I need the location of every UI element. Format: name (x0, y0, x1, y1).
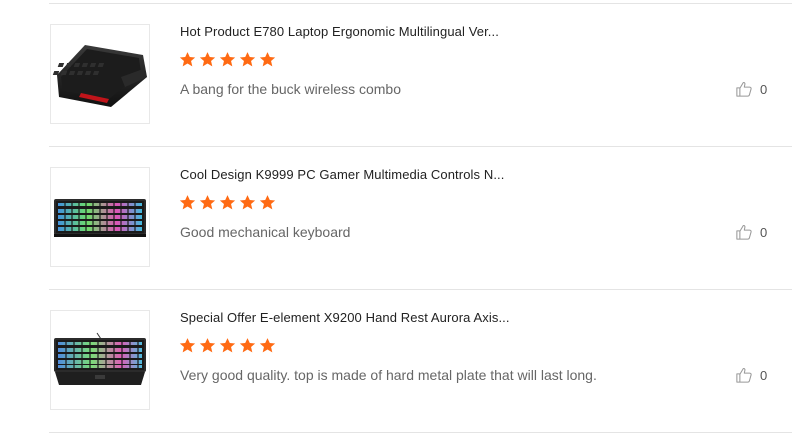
like-count: 0 (760, 224, 768, 240)
like-button[interactable]: 0 (735, 366, 767, 384)
star-rating (179, 51, 276, 68)
like-button[interactable]: 0 (735, 223, 767, 241)
keyboard-image (54, 199, 146, 237)
review-list: Hot Product E780 Laptop Ergonomic Multil… (0, 0, 802, 440)
product-thumbnail[interactable] (50, 310, 150, 410)
like-count: 0 (760, 81, 768, 97)
star-icon (259, 195, 276, 210)
review-item: Cool Design K9999 PC Gamer Multimedia Co… (49, 147, 792, 289)
star-icon (239, 195, 256, 210)
star-icon (259, 338, 276, 353)
star-icon (179, 52, 196, 67)
star-icon (259, 52, 276, 67)
thumbs-up-icon (736, 368, 752, 383)
star-rating (179, 194, 276, 211)
review-comment: A bang for the buck wireless combo (180, 81, 402, 97)
star-icon (179, 338, 196, 353)
star-icon (199, 195, 216, 210)
product-title[interactable]: Hot Product E780 Laptop Ergonomic Multil… (180, 24, 499, 39)
review-comment: Good mechanical keyboard (180, 224, 351, 240)
star-icon (179, 195, 196, 210)
star-icon (239, 52, 256, 67)
star-icon (219, 338, 236, 353)
product-thumbnail[interactable] (50, 24, 150, 124)
star-icon (219, 52, 236, 67)
product-title[interactable]: Special Offer E-element X9200 Hand Rest … (180, 310, 510, 325)
like-count: 0 (760, 367, 768, 383)
review-item: Special Offer E-element X9200 Hand Rest … (49, 290, 792, 432)
like-button[interactable]: 0 (735, 80, 767, 98)
star-icon (219, 195, 236, 210)
star-rating (179, 337, 276, 354)
star-icon (239, 338, 256, 353)
star-icon (199, 338, 216, 353)
divider (49, 432, 792, 433)
product-title[interactable]: Cool Design K9999 PC Gamer Multimedia Co… (180, 167, 504, 182)
thumbs-up-icon (736, 82, 752, 97)
thumbs-up-icon (736, 225, 752, 240)
keyboard-image (52, 45, 147, 107)
product-thumbnail[interactable] (50, 167, 150, 267)
review-comment: Very good quality. top is made of hard m… (180, 367, 597, 383)
review-item: Hot Product E780 Laptop Ergonomic Multil… (49, 4, 792, 146)
star-icon (199, 52, 216, 67)
keyboard-image (54, 332, 146, 385)
